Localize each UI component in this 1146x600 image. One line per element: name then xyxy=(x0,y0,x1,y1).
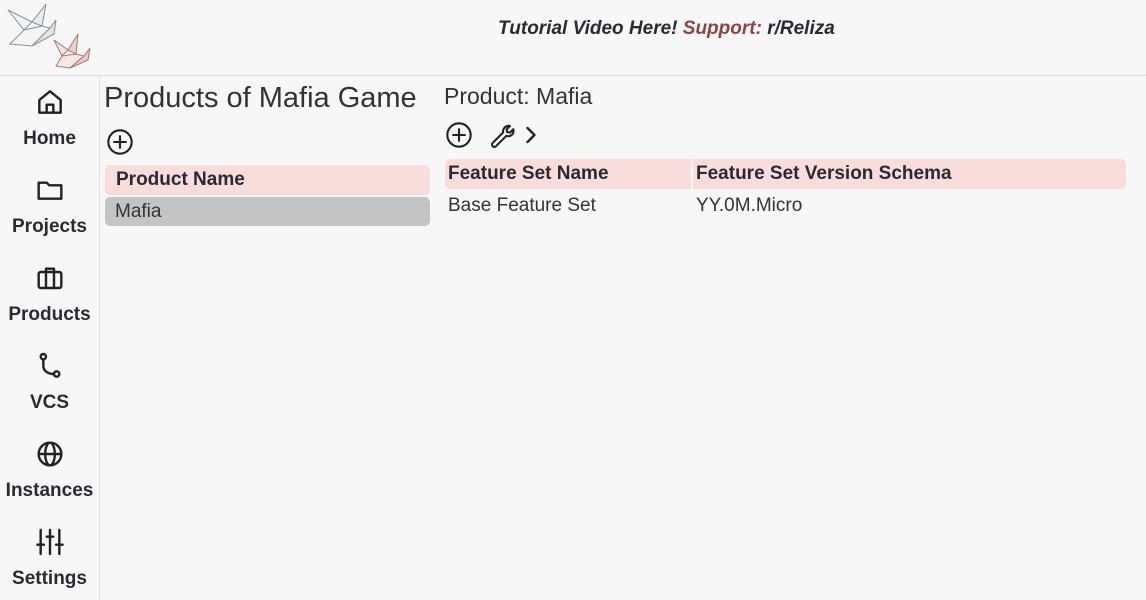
version-schema-cell: YY.0M.Micro xyxy=(696,195,803,216)
column-header-product-name: Product Name xyxy=(105,165,430,195)
sidebar-item-label: Products xyxy=(8,304,91,325)
sidebar: Home Projects Products VCS Instances Set… xyxy=(0,76,100,600)
feature-sets-table: Feature Set Name Feature Set Version Sch… xyxy=(445,159,1126,221)
add-feature-set-icon[interactable] xyxy=(445,121,473,149)
products-table: Product Name Mafia xyxy=(105,165,430,226)
table-header: Feature Set Name Feature Set Version Sch… xyxy=(445,159,1126,189)
sidebar-item-label: Projects xyxy=(12,216,87,237)
table-row[interactable]: Base Feature Set YY.0M.Micro xyxy=(445,189,1126,221)
sidebar-item-settings[interactable]: Settings xyxy=(0,516,99,596)
product-detail-title: Product: Mafia xyxy=(444,83,593,109)
sidebar-item-vcs[interactable]: VCS xyxy=(0,340,99,420)
home-icon xyxy=(38,90,62,114)
table-row[interactable]: Mafia xyxy=(105,197,430,226)
column-divider xyxy=(691,159,693,189)
column-header-version-schema: Feature Set Version Schema xyxy=(696,163,952,184)
sidebar-item-products[interactable]: Products xyxy=(0,252,99,332)
support-link[interactable]: r/Reliza xyxy=(767,18,835,39)
logo[interactable] xyxy=(2,0,98,72)
sidebar-item-home[interactable]: Home xyxy=(0,76,99,156)
feature-set-name-cell: Base Feature Set xyxy=(448,195,596,216)
tutorial-link[interactable]: Tutorial Video Here! xyxy=(498,18,677,39)
support-label: Support: xyxy=(682,18,762,39)
wrench-icon[interactable] xyxy=(487,121,515,149)
briefcase-icon xyxy=(37,267,63,290)
add-product-icon[interactable] xyxy=(106,128,134,156)
tutorial-banner[interactable]: Tutorial Video Here! Support: r/Reliza xyxy=(498,18,835,40)
sidebar-item-label: Instances xyxy=(5,480,94,501)
sidebar-item-label: Home xyxy=(23,128,76,149)
sidebar-item-label: Settings xyxy=(12,568,87,589)
chevron-right-icon[interactable] xyxy=(521,121,541,149)
sidebar-item-label: VCS xyxy=(29,392,70,413)
top-bar: Tutorial Video Here! Support: r/Reliza xyxy=(0,0,1146,76)
globe-icon xyxy=(37,441,63,467)
column-header-feature-set-name: Feature Set Name xyxy=(448,163,609,184)
page-title: Products of Mafia Game xyxy=(104,82,417,114)
sliders-icon xyxy=(36,528,64,556)
sidebar-item-projects[interactable]: Projects xyxy=(0,164,99,244)
git-branch-icon xyxy=(39,352,61,378)
sidebar-item-instances[interactable]: Instances xyxy=(0,428,99,508)
folder-icon xyxy=(37,181,63,200)
